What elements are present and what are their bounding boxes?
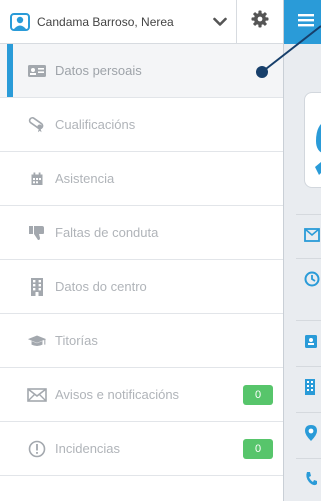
map-pin-icon (304, 424, 318, 447)
sidebar-item-titorias[interactable]: Titorías (0, 314, 283, 368)
sidebar-item-avisos-e-notificacions[interactable]: Avisos e notificacións 0 (0, 368, 283, 422)
clock-row[interactable] (296, 258, 321, 304)
sidebar-item-label: Faltas de conduta (55, 225, 159, 240)
envelope-icon (304, 228, 320, 247)
user-name: Candama Barroso, Nerea (37, 14, 174, 29)
sidebar-item-datos-persoais[interactable]: Datos persoais (0, 44, 283, 98)
sidebar-item-label: Datos do centro (55, 279, 147, 294)
profile-card (304, 92, 321, 188)
sidebar-item-label: Asistencia (55, 171, 115, 186)
sidebar-header: Candama Barroso, Nerea (0, 0, 283, 44)
envelope-row[interactable] (296, 214, 321, 260)
sidebar-item-label: Avisos e notificacións (55, 387, 180, 402)
main-content-peek (284, 0, 321, 501)
gear-icon (251, 10, 269, 33)
user-selector[interactable]: Candama Barroso, Nerea (0, 0, 237, 43)
notification-count-badge: 0 (243, 384, 273, 405)
phone-row[interactable] (296, 458, 321, 501)
clock-icon (304, 271, 320, 292)
building-row[interactable] (296, 366, 321, 412)
sidebar-item-cualificacions[interactable]: Cualificacións (0, 98, 283, 152)
envelope-icon (27, 386, 47, 404)
sidebar-item-label: Cualificacións (55, 117, 136, 132)
id-badge-icon (304, 333, 318, 354)
calendar-icon (27, 170, 47, 188)
sidebar-item-faltas-de-conduta[interactable]: Faltas de conduta (0, 206, 283, 260)
alert-circle-icon (27, 440, 47, 458)
graduation-cap-icon (27, 332, 47, 350)
building-icon (304, 378, 316, 401)
sidebar-item-incidencias[interactable]: Incidencias 0 (0, 422, 283, 476)
sidebar-item-label: Datos persoais (55, 63, 142, 78)
menu-toggle-button[interactable] (284, 0, 321, 44)
hamburger-icon (298, 13, 314, 32)
chevron-down-icon[interactable] (212, 14, 228, 30)
diploma-icon (27, 116, 47, 134)
building-icon (27, 277, 47, 296)
sidebar-item-datos-do-centro[interactable]: Datos do centro (0, 260, 283, 314)
phone-icon (304, 471, 318, 492)
sidebar-item-label: Titorías (55, 333, 98, 348)
incident-count-badge: 0 (243, 438, 273, 459)
location-row[interactable] (296, 412, 321, 458)
user-avatar-icon (9, 12, 31, 32)
sidebar-menu: Datos persoais Cualificacións Asistencia… (0, 44, 283, 476)
id-badge-row[interactable] (296, 320, 321, 366)
sidebar-item-asistencia[interactable]: Asistencia (0, 152, 283, 206)
thumbs-down-icon (27, 224, 47, 242)
sidebar-item-label: Incidencias (55, 441, 121, 456)
settings-button[interactable] (237, 0, 283, 43)
sidebar: Candama Barroso, Nerea Datos persoais Cu… (0, 0, 284, 501)
id-card-icon (27, 62, 47, 80)
